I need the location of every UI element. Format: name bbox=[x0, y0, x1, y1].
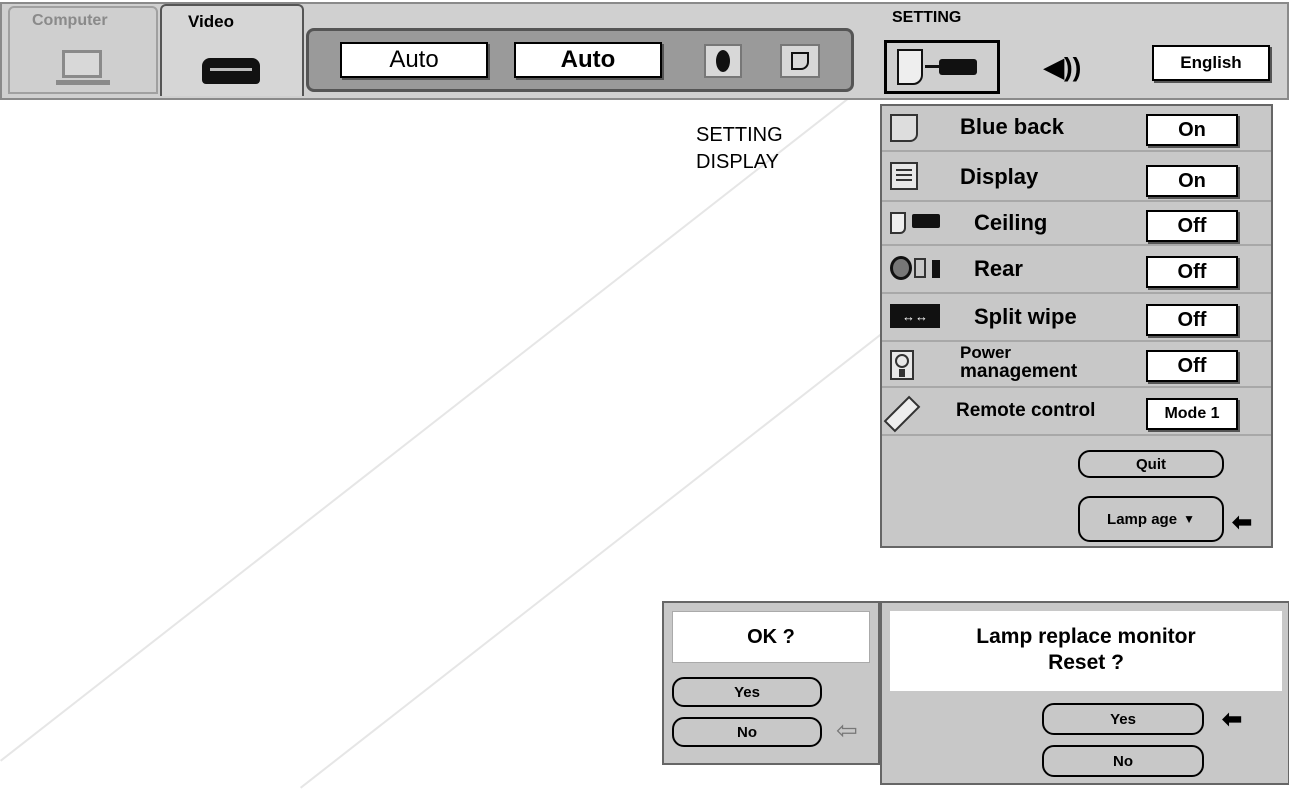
computer-icon-base bbox=[56, 80, 110, 85]
menu-value[interactable]: Mode 1 bbox=[1146, 398, 1238, 430]
menu-value[interactable]: On bbox=[1146, 114, 1238, 146]
menu-row-split-wipe[interactable]: ↔↔ Split wipe Off bbox=[882, 292, 1271, 340]
lamp-age-label: Lamp age bbox=[1107, 510, 1178, 528]
pointer-arrow-icon: ⬅ bbox=[1222, 706, 1243, 733]
menu-value[interactable]: Off bbox=[1146, 256, 1238, 288]
menu-row-rear[interactable]: Rear Off bbox=[882, 244, 1271, 292]
menu-row-ceiling[interactable]: Ceiling Off bbox=[882, 200, 1271, 244]
quit-button[interactable]: Quit bbox=[1078, 450, 1224, 478]
lamp-dialog-line-2: Reset ? bbox=[1048, 651, 1124, 674]
vcr-icon bbox=[202, 58, 260, 84]
ok-dialog: OK ? Yes No ⇦ bbox=[662, 601, 880, 765]
lamp-dialog-message-box: Lamp replace monitor Reset ? bbox=[890, 611, 1282, 691]
setting-icon-button[interactable] bbox=[884, 40, 1000, 94]
menu-row-blue-back[interactable]: Blue back On bbox=[882, 106, 1271, 150]
tab-video-label: Video bbox=[188, 12, 234, 31]
menu-label: Power bbox=[960, 343, 1012, 362]
computer-icon bbox=[62, 50, 102, 78]
screen-icon[interactable] bbox=[780, 44, 820, 78]
setting-title: SETTING bbox=[892, 9, 962, 26]
lamp-age-button[interactable]: Lamp age ▼ bbox=[1078, 496, 1224, 542]
blue-back-icon bbox=[890, 114, 918, 142]
ok-dialog-title-box: OK ? bbox=[672, 611, 870, 663]
language-select[interactable]: English bbox=[1152, 45, 1270, 81]
caption-line-2: DISPLAY bbox=[696, 151, 779, 173]
tab-computer[interactable]: Computer bbox=[8, 6, 158, 94]
image-adjust-icon[interactable] bbox=[704, 44, 742, 78]
tab-video[interactable]: Video bbox=[160, 4, 304, 96]
menu-label: Remote control bbox=[956, 400, 1096, 421]
caret-down-icon: ▼ bbox=[1183, 512, 1195, 526]
menu-row-display[interactable]: Display On bbox=[882, 150, 1271, 200]
lamp-replace-dialog: Lamp replace monitor Reset ? Yes ⬅ No bbox=[880, 601, 1289, 785]
ok-dialog-title: OK ? bbox=[747, 625, 795, 648]
auto-select-2[interactable]: Auto bbox=[514, 42, 662, 78]
ok-no-button[interactable]: No bbox=[672, 717, 822, 747]
menu-value[interactable]: Off bbox=[1146, 350, 1238, 382]
menu-label: Display bbox=[960, 164, 1039, 189]
menu-row-actions: Quit Lamp age ▼ ⬅ bbox=[882, 434, 1271, 546]
ceiling-icon bbox=[890, 210, 942, 238]
display-icon bbox=[890, 162, 918, 190]
menu-row-power-management[interactable]: Power management Off bbox=[882, 340, 1271, 386]
menu-label: Ceiling bbox=[974, 210, 1048, 235]
lightbulb-icon bbox=[890, 350, 914, 380]
menu-value[interactable]: Off bbox=[1146, 210, 1238, 242]
pointer-arrow-icon: ⇦ bbox=[836, 715, 858, 745]
menu-row-remote-control[interactable]: Remote control Mode 1 bbox=[882, 386, 1271, 434]
rear-icon bbox=[890, 256, 942, 284]
menu-label: Blue back bbox=[960, 114, 1064, 139]
caption-line-1: SETTING bbox=[696, 124, 783, 146]
remote-control-icon bbox=[883, 395, 921, 433]
menu-value[interactable]: Off bbox=[1146, 304, 1238, 336]
menu-label: management bbox=[960, 361, 1078, 382]
lamp-no-button[interactable]: No bbox=[1042, 745, 1204, 777]
tab-computer-label: Computer bbox=[32, 12, 108, 29]
menu-value[interactable]: On bbox=[1146, 165, 1238, 197]
menu-label: Rear bbox=[974, 256, 1023, 281]
lamp-yes-button[interactable]: Yes bbox=[1042, 703, 1204, 735]
split-wipe-icon: ↔↔ bbox=[890, 304, 940, 328]
ok-yes-button[interactable]: Yes bbox=[672, 677, 822, 707]
pointer-arrow-icon: ⬅ bbox=[1232, 509, 1253, 536]
sound-icon[interactable]: ◀)) bbox=[1044, 52, 1081, 83]
menu-label: Split wipe bbox=[974, 304, 1077, 329]
setting-menu-panel: Blue back On Display On Ceiling Off Rear… bbox=[880, 104, 1273, 548]
auto-select-1[interactable]: Auto bbox=[340, 42, 488, 78]
screen-projector-icon bbox=[897, 49, 923, 85]
lamp-dialog-line-1: Lamp replace monitor bbox=[976, 625, 1196, 648]
